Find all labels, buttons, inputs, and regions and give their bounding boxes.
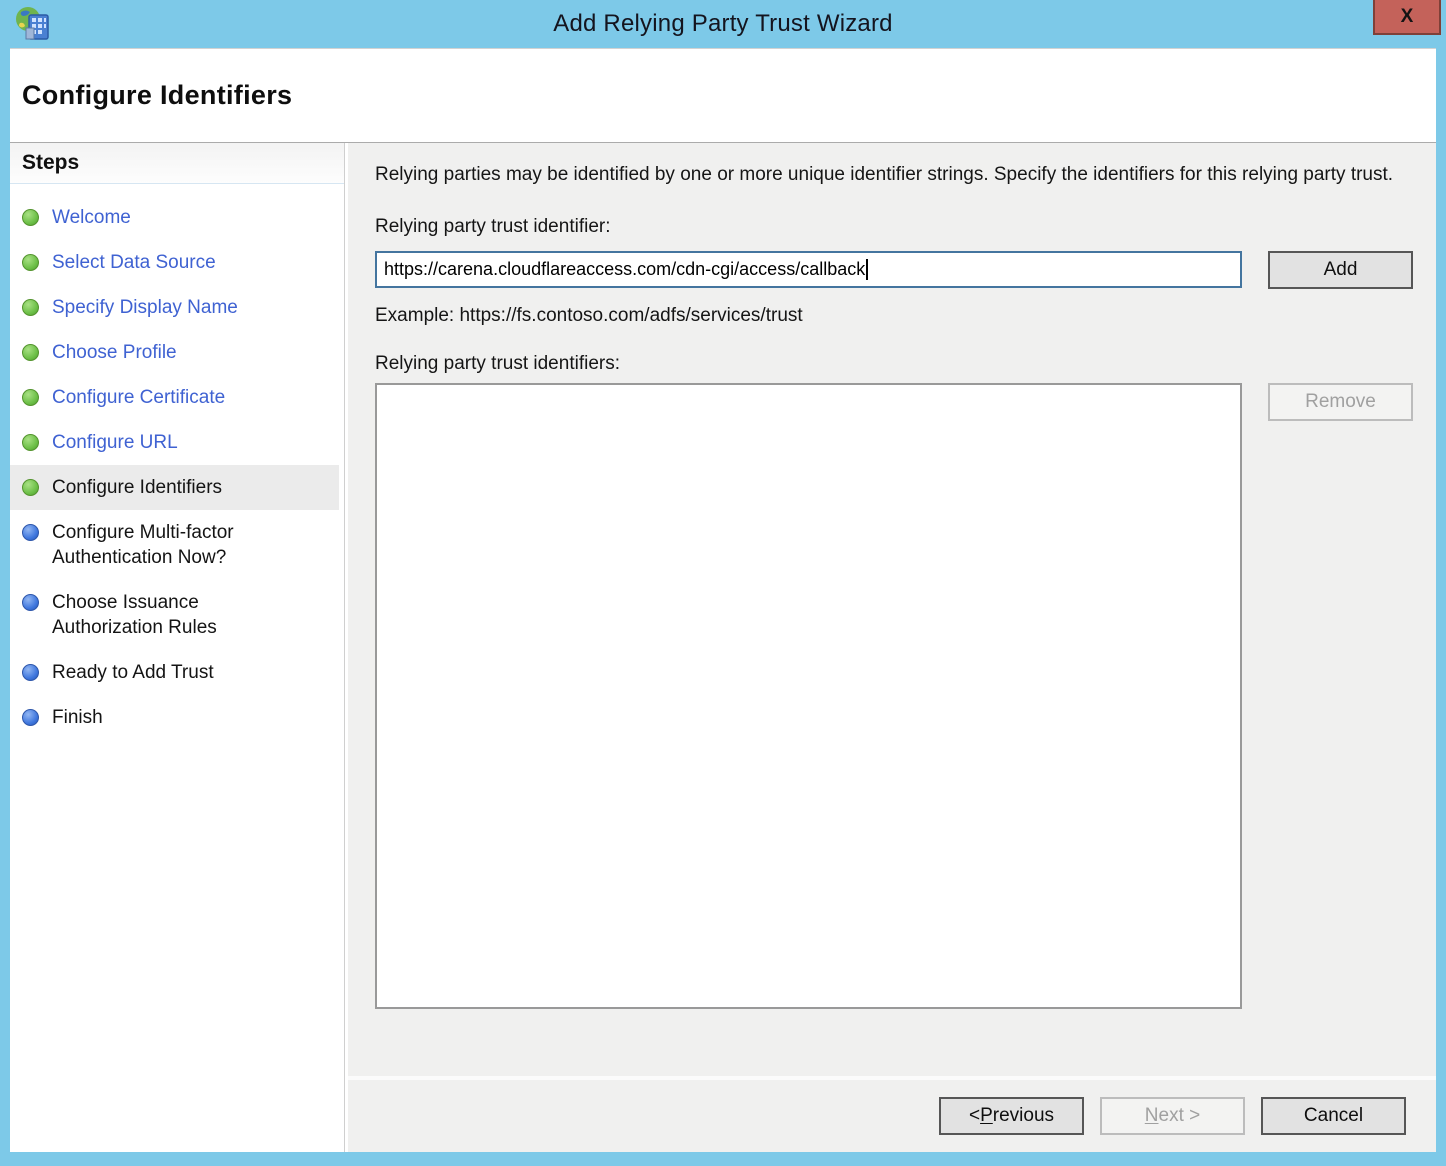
step-label: Configure Identifiers xyxy=(52,475,222,500)
previous-button-text: < xyxy=(969,1105,980,1127)
steps-heading: Steps xyxy=(10,143,344,184)
page-title: Configure Identifiers xyxy=(22,80,292,111)
wizard-footer: < Previous Next > Cancel xyxy=(348,1076,1436,1152)
sidebar-step: Configure Multi-factor Authentication No… xyxy=(10,510,344,580)
step-label: Specify Display Name xyxy=(52,295,238,320)
step-status-icon xyxy=(22,479,39,496)
remove-button[interactable]: Remove xyxy=(1268,383,1413,421)
window-frame: Configure Identifiers Steps Welcome Selec… xyxy=(10,48,1436,1152)
previous-button-rest: revious xyxy=(993,1105,1054,1127)
previous-button[interactable]: < Previous xyxy=(939,1097,1084,1135)
wizard-body: Steps Welcome Select Data Source Specify D… xyxy=(10,142,1436,1152)
step-status-icon xyxy=(22,434,39,451)
step-status-icon xyxy=(22,389,39,406)
steps-list: Welcome Select Data Source Specify Display… xyxy=(10,184,344,740)
sidebar-step[interactable]: Specify Display Name xyxy=(10,285,344,330)
sidebar-step[interactable]: Configure Certificate xyxy=(10,375,344,420)
step-label: Configure URL xyxy=(52,430,178,455)
step-label: Welcome xyxy=(52,205,131,230)
step-label: Select Data Source xyxy=(52,250,216,275)
step-status-icon xyxy=(22,344,39,361)
content-area: Relying parties may be identified by one… xyxy=(348,143,1436,1076)
sidebar-step: Configure Identifiers xyxy=(10,465,339,510)
sidebar-step: Choose Issuance Authorization Rules xyxy=(10,580,344,650)
titlebar: Add Relying Party Trust Wizard X xyxy=(0,0,1446,48)
step-status-icon xyxy=(22,664,39,681)
step-status-icon xyxy=(22,524,39,541)
step-label: Choose Issuance Authorization Rules xyxy=(52,590,304,640)
close-icon[interactable]: X xyxy=(1373,0,1441,35)
next-button-rest: ext > xyxy=(1159,1105,1201,1127)
sidebar-step[interactable]: Select Data Source xyxy=(10,240,344,285)
identifiers-list-label: Relying party trust identifiers: xyxy=(375,353,1413,375)
step-label: Ready to Add Trust xyxy=(52,660,214,685)
wizard-window: Add Relying Party Trust Wizard X Configu… xyxy=(0,0,1446,1166)
previous-accesskey: P xyxy=(980,1105,993,1127)
steps-sidebar: Steps Welcome Select Data Source Specify D… xyxy=(10,143,345,1152)
text-caret xyxy=(866,259,868,280)
identifiers-listbox[interactable] xyxy=(375,383,1242,1009)
step-status-icon xyxy=(22,299,39,316)
identifier-input-value: https://carena.cloudflareaccess.com/cdn-… xyxy=(384,259,865,280)
step-label: Configure Certificate xyxy=(52,385,225,410)
next-accesskey: N xyxy=(1145,1105,1159,1127)
identifier-field-label: Relying party trust identifier: xyxy=(375,216,1413,238)
main-panel: Relying parties may be identified by one… xyxy=(348,143,1436,1152)
step-label: Choose Profile xyxy=(52,340,177,365)
identifiers-list-row: Remove xyxy=(375,383,1413,1009)
step-status-icon xyxy=(22,709,39,726)
step-status-icon xyxy=(22,254,39,271)
step-label: Configure Multi-factor Authentication No… xyxy=(52,520,304,570)
sidebar-step: Finish xyxy=(10,695,344,740)
add-button[interactable]: Add xyxy=(1268,251,1413,289)
sidebar-step[interactable]: Choose Profile xyxy=(10,330,344,375)
example-text: Example: https://fs.contoso.com/adfs/ser… xyxy=(375,305,1413,327)
identifier-input-row: https://carena.cloudflareaccess.com/cdn-… xyxy=(375,251,1413,289)
page-header: Configure Identifiers xyxy=(10,49,1436,142)
identifier-input[interactable]: https://carena.cloudflareaccess.com/cdn-… xyxy=(375,251,1242,288)
sidebar-step[interactable]: Configure URL xyxy=(10,420,344,465)
cancel-button[interactable]: Cancel xyxy=(1261,1097,1406,1135)
sidebar-step: Ready to Add Trust xyxy=(10,650,344,695)
step-label: Finish xyxy=(52,705,103,730)
step-status-icon xyxy=(22,209,39,226)
window-title: Add Relying Party Trust Wizard xyxy=(0,10,1446,38)
adfs-icon xyxy=(13,4,53,44)
intro-text: Relying parties may be identified by one… xyxy=(375,161,1397,188)
step-status-icon xyxy=(22,594,39,611)
sidebar-step[interactable]: Welcome xyxy=(10,195,344,240)
next-button[interactable]: Next > xyxy=(1100,1097,1245,1135)
